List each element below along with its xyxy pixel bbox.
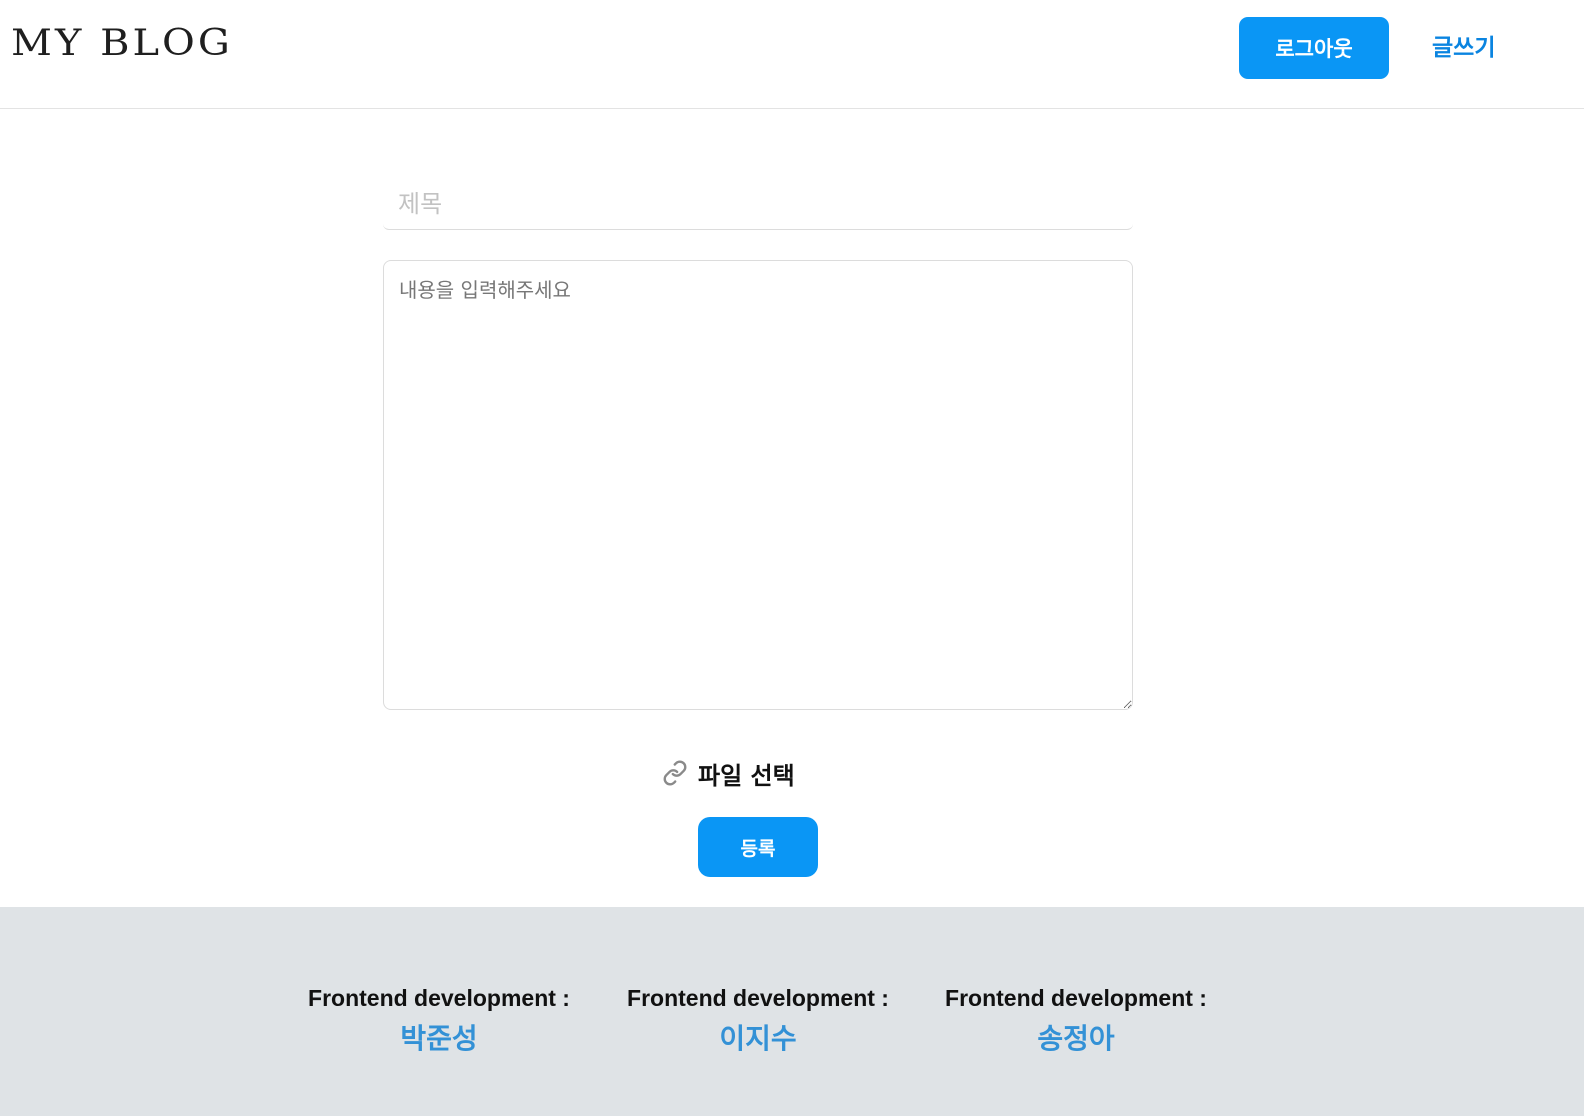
- credit-item: Frontend development : 이지수: [613, 983, 903, 1056]
- credit-item: Frontend development : 송정아: [931, 983, 1221, 1056]
- content-textarea[interactable]: [383, 260, 1133, 710]
- site-header: MY BLOG 로그아웃 글쓰기: [0, 0, 1584, 109]
- credit-role: Frontend development :: [308, 985, 570, 1011]
- site-logo[interactable]: MY BLOG: [11, 20, 233, 66]
- submit-button[interactable]: 등록: [698, 817, 818, 877]
- credit-name: 이지수: [719, 1022, 797, 1055]
- credit-name: 송정아: [1037, 1022, 1115, 1055]
- credit-role: Frontend development :: [627, 985, 889, 1011]
- title-input[interactable]: [383, 178, 1133, 230]
- file-select-button[interactable]: 파일 선택: [662, 753, 795, 793]
- file-select-label: 파일 선택: [698, 761, 795, 790]
- credit-name: 박준성: [400, 1022, 478, 1055]
- link-icon: [662, 760, 688, 786]
- logout-button[interactable]: 로그아웃: [1239, 17, 1389, 79]
- credit-item: Frontend development : 박준성: [294, 983, 584, 1056]
- credit-role: Frontend development :: [945, 985, 1207, 1011]
- write-post-link[interactable]: 글쓰기: [1432, 30, 1512, 66]
- site-footer: Frontend development : 박준성 Frontend deve…: [0, 907, 1584, 1116]
